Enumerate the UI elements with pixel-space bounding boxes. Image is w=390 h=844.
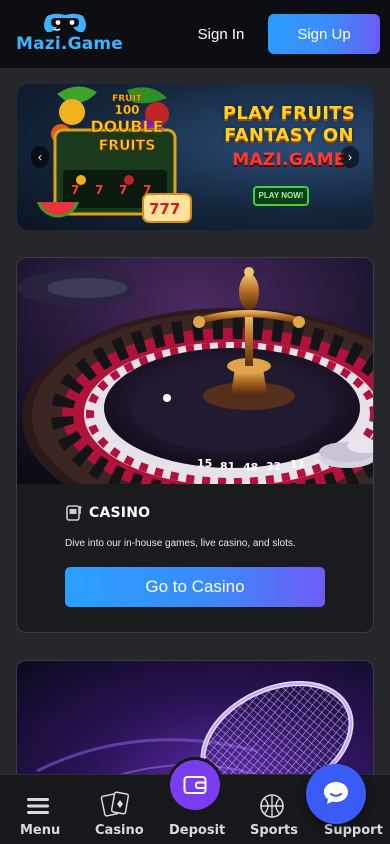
slot-machine-icon bbox=[66, 505, 82, 521]
promo-headline-line-1: PLAY FRUITS bbox=[222, 103, 356, 124]
nav-casino-label: Casino bbox=[95, 823, 144, 838]
game-title-art: FRUIT 100 DOUBLE FRUITS bbox=[90, 94, 164, 155]
casino-description: Dive into our in-house games, live casin… bbox=[65, 538, 296, 549]
nav-sports[interactable]: Sports bbox=[234, 775, 312, 844]
casino-card: 15 81 48 32 11 CASINO Dive into our in-h… bbox=[16, 257, 374, 633]
wheel-number: 48 bbox=[243, 461, 258, 474]
wheel-number: 15 bbox=[197, 457, 212, 470]
svg-text:777: 777 bbox=[149, 200, 180, 218]
top-header: Mazi.Game Sign In Sign Up bbox=[0, 0, 390, 68]
game-title-line-1: DOUBLE bbox=[90, 117, 163, 136]
support-chat-button[interactable] bbox=[306, 764, 366, 824]
casino-title-row: CASINO bbox=[65, 504, 150, 522]
chevron-left-icon[interactable]: ‹ bbox=[31, 146, 49, 168]
go-to-casino-button[interactable]: Go to Casino bbox=[65, 567, 325, 607]
reel-symbol: 7 bbox=[71, 183, 79, 197]
nav-menu-label: Menu bbox=[20, 823, 61, 838]
logo[interactable]: Mazi.Game bbox=[16, 12, 123, 56]
game-title-number: 100 bbox=[114, 103, 139, 117]
chat-icon bbox=[324, 782, 348, 804]
sign-up-button[interactable]: Sign Up bbox=[268, 14, 380, 54]
roulette-wheel-image: 15 81 48 32 11 bbox=[17, 258, 373, 484]
wheel-number: 11 bbox=[290, 458, 305, 471]
cards-icon bbox=[100, 791, 130, 817]
wallet-icon bbox=[183, 776, 207, 794]
nav-menu[interactable]: Menu bbox=[0, 775, 78, 844]
nav-casino[interactable]: Casino bbox=[78, 775, 156, 844]
nav-support-label: Support bbox=[324, 823, 383, 838]
nav-sports-label: Sports bbox=[250, 823, 298, 838]
deposit-button[interactable] bbox=[170, 760, 220, 810]
promo-banner[interactable]: 7 7 7 7 777 FRUIT 100 DOUBLE FRUITS PLAY… bbox=[17, 84, 373, 230]
gamepad-logo-icon bbox=[44, 13, 86, 33]
promo-headline-line-3: MAZI.GAME bbox=[232, 150, 346, 170]
reel-symbol: 7 bbox=[95, 183, 103, 197]
basketball-icon bbox=[260, 794, 284, 818]
logo-text: Mazi.Game bbox=[16, 34, 124, 54]
reel-symbol: 7 bbox=[119, 183, 127, 197]
app-page: Mazi.Game Sign In Sign Up 7 7 7 7 777 FR… bbox=[0, 0, 390, 844]
wheel-number: 32 bbox=[266, 460, 281, 473]
menu-icon bbox=[27, 798, 49, 814]
casino-title: CASINO bbox=[89, 505, 151, 521]
chevron-right-icon[interactable]: › bbox=[341, 146, 359, 168]
nav-deposit-label: Deposit bbox=[169, 823, 226, 838]
sign-in-button[interactable]: Sign In bbox=[186, 16, 256, 52]
game-title-line-2: FRUITS bbox=[99, 138, 156, 154]
promo-headline-line-2: FANTASY ON bbox=[224, 125, 354, 146]
wheel-number: 81 bbox=[220, 460, 235, 473]
play-now-button[interactable]: PLAY NOW! bbox=[253, 186, 309, 206]
